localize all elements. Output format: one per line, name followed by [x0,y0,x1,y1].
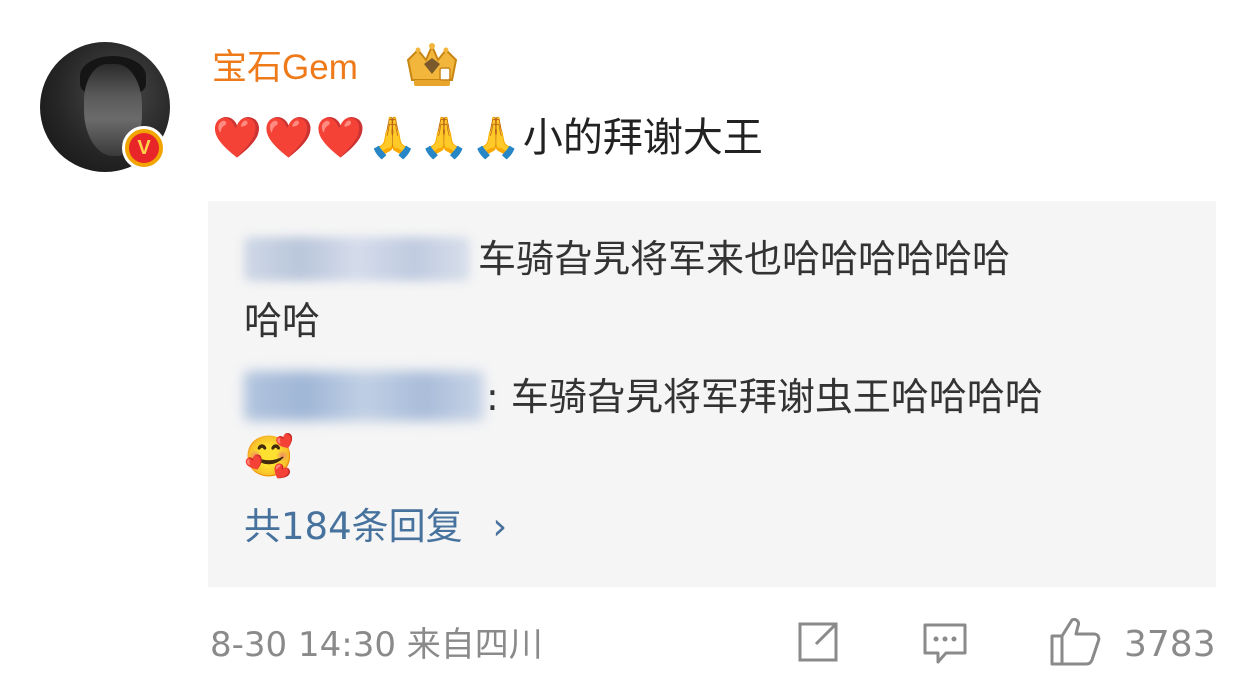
pray-emoji: 🙏 [419,115,470,161]
comment-text-row: ❤️ ❤️ ❤️ 🙏 🙏 🙏 小的拜谢大王 [212,110,763,166]
verified-badge-letter: V [129,133,159,163]
pray-emoji: 🙏 [367,115,418,161]
more-replies-link[interactable]: 共184条回复 › [244,499,507,555]
chevron-right-icon: › [492,505,508,548]
pray-emoji: 🙏 [471,115,521,161]
username[interactable]: 宝石Gem [212,44,358,92]
reply-author-blurred [244,237,470,281]
comment-icon[interactable] [920,618,970,668]
comment-meta: 8-30 14:30 来自四川 [210,625,543,665]
crown-badge-icon [406,43,458,86]
like-count: 3783 [1124,624,1216,665]
heart-emoji: ❤️ [212,115,262,161]
comment-text: 小的拜谢大王 [522,115,763,161]
reply-text: 车骑旮旯将军来也哈哈哈哈哈哈 [478,237,1011,281]
like-icon[interactable] [1048,614,1102,668]
reply-text: : 车骑旮旯将军拜谢虫王哈哈哈哈 [486,375,1043,419]
repost-icon[interactable] [794,618,842,666]
reply-emoji: 🥰 [244,434,294,480]
reply-text-continued: 哈哈 [244,299,321,343]
heart-emoji: ❤️ [263,115,314,161]
heart-emoji: ❤️ [315,115,366,161]
more-replies-label: 共184条回复 [244,505,463,548]
replies-box[interactable]: 车骑旮旯将军来也哈哈哈哈哈哈 哈哈 : 车骑旮旯将军拜谢虫王哈哈哈哈 🥰 共18… [208,201,1216,587]
reply-author-blurred [244,371,484,421]
verified-badge-icon: V [122,126,166,170]
